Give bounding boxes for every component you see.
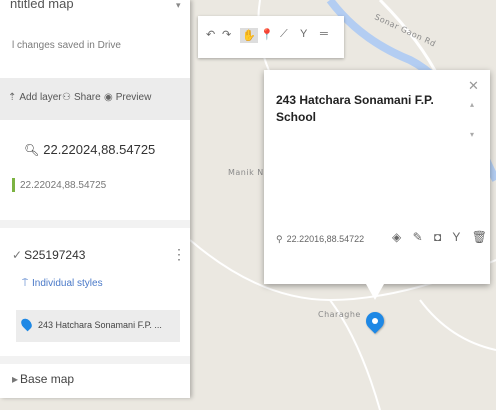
map-place-label: Charaghe (318, 310, 361, 319)
layer-color-marker (12, 178, 15, 192)
share-icon: ⚇ (62, 92, 71, 103)
divider (0, 220, 190, 228)
info-popup: 243 Hatchara Sonamani F.P. School ✕ ▴ ▾ … (264, 70, 490, 284)
more-options-icon[interactable]: ⋮ (172, 246, 186, 263)
delete-icon[interactable]: 🗑︎ (472, 230, 487, 244)
preview-button[interactable]: ◉ Preview (104, 92, 151, 103)
share-button[interactable]: ⚇ Share (62, 92, 101, 103)
directions-icon[interactable]: Y (300, 28, 307, 40)
map-title[interactable]: ntitled map (10, 0, 74, 11)
popup-title: 243 Hatchara Sonamani F.P. School (276, 93, 434, 124)
measure-icon[interactable]: ═ (320, 28, 328, 40)
draw-line-icon[interactable]: ⟋ (280, 28, 288, 41)
hand-icon[interactable]: ✋ (240, 28, 258, 43)
preview-icon: ◉ (104, 92, 113, 103)
redo-icon[interactable]: ↷ (222, 28, 231, 41)
place-marker-icon (19, 316, 34, 332)
search-query[interactable]: 🔍︎ 22.22024,88.54725 (24, 142, 155, 157)
camera-icon[interactable]: ◘ (434, 230, 441, 244)
close-icon[interactable]: ✕ (468, 78, 479, 94)
add-layer-icon: ⇡ (8, 92, 17, 103)
scroll-up-icon[interactable]: ▴ (470, 100, 474, 109)
map-place-label: Manik N (228, 168, 264, 177)
popup-coordinates: ⚲ 22.22016,88.54722 (276, 234, 365, 244)
style-icon: ⍑ (22, 278, 28, 289)
popup-actions: ◈ ✎ ◘ Y 🗑︎ (392, 230, 495, 244)
popup-tail (366, 284, 384, 300)
side-panel: ntitled map ▾ l changes saved in Drive ⇡… (0, 0, 190, 398)
panel-toolbar: ⇡ Add layer ⚇ Share ◉ Preview (0, 78, 190, 120)
place-label: 243 Hatchara Sonamani F.P. ... (38, 320, 162, 330)
layer-name[interactable]: ✓ S25197243 (12, 248, 85, 262)
location-icon: ⚲ (276, 234, 283, 244)
expand-icon[interactable]: ▸ (12, 372, 18, 386)
individual-styles-link[interactable]: ⍑ Individual styles (22, 278, 103, 289)
checkbox-icon[interactable]: ✓ (12, 248, 22, 262)
add-layer-button[interactable]: ⇡ Add layer (8, 92, 62, 103)
search-section: 🔍︎ 22.22024,88.54725 22.22024,88.54725 (0, 120, 190, 220)
undo-icon[interactable]: ↶ (206, 28, 215, 41)
scroll-down-icon[interactable]: ▾ (470, 130, 474, 139)
search-result[interactable]: 22.22024,88.54725 (20, 180, 106, 191)
add-marker-icon[interactable]: 📍 (260, 28, 274, 41)
base-map-item[interactable]: ▸ Base map (12, 372, 74, 386)
paint-bucket-icon[interactable]: ◈ (392, 230, 401, 244)
save-status: l changes saved in Drive (12, 40, 121, 51)
map-toolbar: ↶ ↷ ✋ 📍 ⟋ Y ═ (198, 16, 344, 58)
directions-icon[interactable]: Y (452, 230, 460, 244)
search-icon: 🔍︎ (24, 143, 40, 157)
list-item[interactable]: 243 Hatchara Sonamani F.P. ... (16, 310, 180, 342)
chevron-down-icon[interactable]: ▾ (176, 0, 181, 11)
divider (0, 356, 190, 364)
edit-icon[interactable]: ✎ (413, 230, 423, 244)
